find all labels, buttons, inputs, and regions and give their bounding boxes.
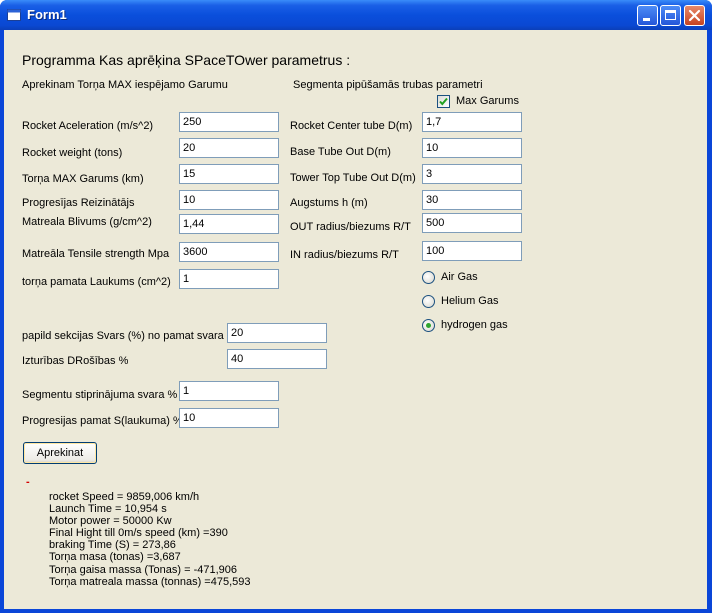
- safety-margin-input[interactable]: 40: [227, 349, 327, 369]
- helium-gas-radio[interactable]: [422, 295, 435, 308]
- height-label: Augstums h (m): [290, 197, 368, 209]
- minimize-button[interactable]: [637, 5, 658, 26]
- progression-base-area-label: Progresijas pamat S(laukuma) %: [22, 415, 183, 427]
- air-gas-label: Air Gas: [441, 271, 478, 283]
- helium-gas-label: Helium Gas: [441, 295, 499, 307]
- result-line: rocket Speed = 9859,006 km/h: [49, 491, 200, 503]
- result-line: Torņa matreala massa (tonnas) =475,593: [49, 575, 251, 588]
- close-icon: [688, 9, 701, 22]
- result-line: Final Hight till 0m/s speed (km) =390: [49, 527, 228, 540]
- out-radius-thickness-input[interactable]: 500: [422, 213, 522, 233]
- material-density-input[interactable]: 1,44: [179, 214, 279, 234]
- hydrogen-gas-label: hydrogen gas: [441, 319, 508, 331]
- in-radius-thickness-input[interactable]: 100: [422, 241, 522, 261]
- segment-fixing-weight-input[interactable]: 1: [179, 381, 279, 401]
- radio-selected-dot: [426, 323, 431, 328]
- base-area-label: torņa pamata Laukums (cm^2): [22, 276, 171, 288]
- material-density-label: Matreala Blivums (g/cm^2): [22, 216, 152, 228]
- app-window-icon: [7, 9, 21, 21]
- rocket-center-tube-label: Rocket Center tube D(m): [290, 120, 413, 132]
- rocket-weight-input[interactable]: 20: [179, 138, 279, 158]
- status-mark: -: [26, 476, 30, 488]
- base-area-input[interactable]: 1: [179, 269, 279, 289]
- max-garums-checkbox[interactable]: [437, 95, 450, 108]
- base-tube-out-input[interactable]: 10: [422, 138, 522, 158]
- base-tube-out-label: Base Tube Out D(m): [290, 146, 391, 158]
- maximize-button[interactable]: [660, 5, 681, 26]
- progression-multiplier-label: Progresījas Reizinātājs: [22, 197, 135, 209]
- tower-top-tube-label: Tower Top Tube Out D(m): [290, 172, 416, 184]
- checkmark-icon: [439, 97, 448, 106]
- in-radius-thickness-label: IN radius/biezums R/T: [290, 249, 399, 261]
- hydrogen-gas-radio[interactable]: [422, 319, 435, 332]
- extra-section-weight-input[interactable]: 20: [227, 323, 327, 343]
- tower-max-length-label: Torņa MAX Garums (km): [22, 173, 144, 185]
- maximize-icon: [665, 10, 676, 20]
- right-section-title: Segmenta pipūšamās trubas parametri: [293, 79, 483, 91]
- rocket-center-tube-input[interactable]: 1,7: [422, 112, 522, 132]
- result-line: Torņa masa (tonas) =3,687: [49, 551, 181, 564]
- out-radius-thickness-label: OUT radius/biezums R/T: [290, 221, 411, 233]
- form-window: Form1 Programma Kas aprēķina SPaceTOwer …: [0, 0, 712, 613]
- extra-section-weight-label: papild sekcijas Svars (%) no pamat svara: [22, 330, 224, 342]
- page-heading: Programma Kas aprēķina SPaceTOwer parame…: [22, 52, 351, 68]
- left-section-title: Aprekinam Torņa MAX iespējamo Garumu: [22, 79, 228, 91]
- air-gas-radio[interactable]: [422, 271, 435, 284]
- title-bar[interactable]: Form1: [0, 0, 712, 30]
- tensile-strength-input[interactable]: 3600: [179, 242, 279, 262]
- progression-multiplier-input[interactable]: 10: [179, 190, 279, 210]
- safety-margin-label: Izturības DRošības %: [22, 355, 129, 367]
- results-output: rocket Speed = 9859,006 km/h Launch Time…: [49, 491, 250, 588]
- calculate-button[interactable]: Aprekinat: [23, 442, 97, 464]
- result-line: Launch Time = 10,954 s: [49, 503, 167, 516]
- rocket-weight-label: Rocket weight (tons): [22, 147, 123, 159]
- minimize-icon: [643, 18, 650, 21]
- tower-max-length-input[interactable]: 15: [179, 164, 279, 184]
- window-title: Form1: [27, 7, 67, 22]
- tower-top-tube-input[interactable]: 3: [422, 164, 522, 184]
- rocket-aceleration-input[interactable]: 250: [179, 112, 279, 132]
- close-button[interactable]: [684, 5, 705, 26]
- result-line: Motor power = 50000 Kw: [49, 515, 172, 528]
- result-line: braking Time (S) = 273,86: [49, 539, 176, 552]
- form-client-area: Programma Kas aprēķina SPaceTOwer parame…: [4, 30, 707, 609]
- max-garums-label: Max Garums: [456, 95, 519, 107]
- tensile-strength-label: Matreāla Tensile strength Mpa: [22, 248, 170, 260]
- height-input[interactable]: 30: [422, 190, 522, 210]
- segment-fixing-weight-label: Segmentu stiprinājuma svara %: [22, 389, 178, 401]
- progression-base-area-input[interactable]: 10: [179, 408, 279, 428]
- result-line: Torņa gaisa massa (Tonas) = -471,906: [49, 563, 238, 576]
- rocket-aceleration-label: Rocket Aceleration (m/s^2): [22, 120, 154, 132]
